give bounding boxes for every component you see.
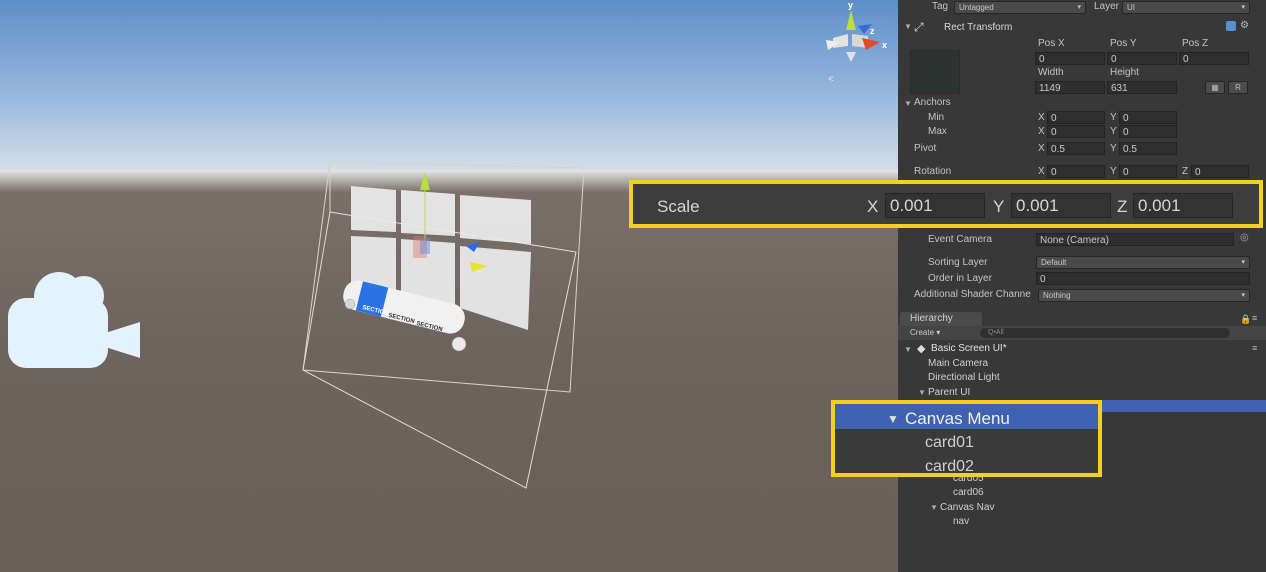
axis-y-label: Y	[1110, 126, 1117, 137]
hierarchy-tab-label: Hierarchy	[910, 313, 953, 324]
hierarchy-item-nav[interactable]: nav	[953, 516, 969, 527]
scale-axis-x: X	[867, 197, 879, 216]
card-3	[460, 195, 531, 244]
scale-label: Scale	[657, 197, 700, 216]
lock-icon[interactable]: 🔒	[1240, 314, 1251, 325]
event-camera-label: Event Camera	[928, 234, 992, 245]
hierarchy-item-main-camera[interactable]: Main Camera	[928, 358, 988, 369]
anchor-min-label: Min	[928, 112, 945, 123]
pivot-x-field[interactable]: 0.5	[1047, 142, 1105, 155]
canvas-nav-foldout-icon[interactable]: ▼	[930, 503, 938, 512]
canvas-menu-highlight: ▼ Canvas Menu card01 card02	[831, 400, 1102, 477]
card-1	[351, 186, 396, 232]
height-field[interactable]: 631	[1107, 81, 1177, 94]
sorting-layer-label: Sorting Layer	[928, 257, 988, 268]
gear-icon[interactable]: ⚙	[1240, 20, 1249, 31]
height-label: Height	[1110, 67, 1139, 78]
axis-y-label: Y	[1110, 143, 1117, 154]
unity-scene-icon: ◆	[917, 343, 926, 355]
hierarchy-item-card01[interactable]: card01	[925, 434, 974, 452]
axis-y-label: Y	[1110, 112, 1117, 123]
rotation-z-field[interactable]: 0	[1191, 165, 1249, 178]
axis-x-label: X	[1038, 126, 1045, 137]
anchor-max-label: Max	[928, 126, 947, 137]
scale-axis-y: Y	[993, 197, 1005, 216]
create-dropdown[interactable]: Create ▾	[910, 328, 940, 337]
anchor-min-y-field[interactable]: 0	[1119, 111, 1177, 124]
rotation-label: Rotation	[914, 166, 952, 177]
gizmo-x-label: x	[882, 40, 888, 50]
scale-axis-z: Z	[1117, 197, 1128, 216]
card-2	[401, 190, 455, 236]
scene-name[interactable]: Basic Screen UI*	[931, 343, 1007, 354]
anchor-max-y-field[interactable]: 0	[1119, 125, 1177, 138]
scale-y-field[interactable]: 0.001	[1011, 193, 1111, 218]
scale-row-highlight: Scale X 0.001 Y 0.001 Z 0.001	[629, 180, 1263, 228]
canvas-menu-foldout-icon[interactable]: ▼	[887, 412, 899, 426]
width-field[interactable]: 1149	[1035, 81, 1105, 94]
persp-label[interactable]: <	[828, 74, 834, 85]
pos-x-field[interactable]: 0	[1035, 52, 1105, 65]
canvas-menu-label: Canvas Menu	[905, 409, 1010, 428]
scale-z-field[interactable]: 0.001	[1133, 193, 1233, 218]
shader-channels-label: Additional Shader Channe	[914, 289, 1031, 300]
anchors-label[interactable]: Anchors	[914, 97, 951, 108]
pivot-y-field[interactable]: 0.5	[1119, 142, 1177, 155]
hierarchy-item-directional-light[interactable]: Directional Light	[928, 372, 1000, 383]
anchor-max-x-field[interactable]: 0	[1047, 125, 1105, 138]
shader-channels-dropdown[interactable]: Nothing ▾	[1038, 289, 1250, 302]
help-icon[interactable]	[1226, 21, 1236, 31]
gizmo-y-label: y	[848, 0, 854, 10]
gizmo-z-label: z	[870, 26, 875, 36]
pos-x-label: Pos X	[1038, 38, 1065, 49]
hierarchy-search-input[interactable]: Q•All	[980, 328, 1230, 338]
scene-menu-icon[interactable]: ≡	[1252, 343, 1257, 353]
hierarchy-item-card02[interactable]: card02	[925, 458, 974, 476]
axis-z-label: Z	[1182, 166, 1189, 177]
tag-label: Tag	[932, 1, 949, 12]
gizmo-y-arrow	[420, 172, 430, 190]
axis-x-label: X	[1038, 112, 1045, 123]
width-label: Width	[1038, 67, 1064, 78]
object-picker-icon[interactable]: ◎	[1240, 232, 1249, 243]
tab-hierarchy[interactable]: Hierarchy	[900, 312, 982, 326]
rect-transform-header[interactable]: ▼ ⤢ Rect Transform ⚙	[898, 18, 1266, 34]
rect-transform-icon: ⤢	[914, 20, 924, 34]
pos-y-label: Pos Y	[1110, 38, 1137, 49]
hierarchy-item-canvas-nav[interactable]: Canvas Nav	[940, 502, 994, 513]
tag-dropdown[interactable]: Untagged ▾	[954, 1, 1086, 14]
component-title: Rect Transform	[944, 22, 1013, 33]
scene-view[interactable]: y x z < SECTION SECTION SECTION	[0, 0, 898, 572]
rotation-x-field[interactable]: 0	[1047, 165, 1105, 178]
axis-x-label: X	[1038, 166, 1045, 177]
scale-x-field[interactable]: 0.001	[885, 193, 985, 218]
pos-y-field[interactable]: 0	[1107, 52, 1177, 65]
sorting-layer-dropdown[interactable]: Default ▾	[1036, 256, 1250, 269]
scene-canvas	[302, 10, 880, 489]
scene-foldout-icon[interactable]: ▼	[904, 345, 912, 354]
blueprint-button[interactable]: ▦	[1205, 81, 1225, 94]
hierarchy-item-card06[interactable]: card06	[953, 487, 984, 498]
pos-z-label: Pos Z	[1182, 38, 1209, 49]
pivot-label: Pivot	[914, 143, 937, 154]
anchor-min-x-field[interactable]: 0	[1047, 111, 1105, 124]
raw-edit-button[interactable]: R	[1228, 81, 1248, 94]
anchors-foldout-icon[interactable]: ▼	[904, 99, 912, 108]
panel-menu-icon[interactable]: ≡	[1252, 313, 1257, 323]
axis-y-label: Y	[1110, 166, 1117, 177]
axis-x-label: X	[1038, 143, 1045, 154]
rotation-y-field[interactable]: 0	[1119, 165, 1177, 178]
anchor-preset-button[interactable]	[910, 50, 960, 94]
canvas-component: Event Camera None (Camera) ◎ Sorting Lay…	[898, 228, 1266, 310]
event-camera-field[interactable]: None (Camera)	[1036, 233, 1234, 246]
pos-z-field[interactable]: 0	[1179, 52, 1249, 65]
hierarchy-item-parent-ui[interactable]: Parent UI	[928, 387, 970, 398]
order-in-layer-field[interactable]: 0	[1036, 272, 1250, 285]
parent-ui-foldout-icon[interactable]: ▼	[918, 388, 926, 397]
card-6	[460, 246, 531, 330]
order-in-layer-label: Order in Layer	[928, 273, 992, 284]
layer-dropdown[interactable]: UI ▾	[1122, 1, 1250, 14]
foldout-icon[interactable]: ▼	[904, 22, 912, 31]
layer-label: Layer	[1094, 1, 1120, 12]
